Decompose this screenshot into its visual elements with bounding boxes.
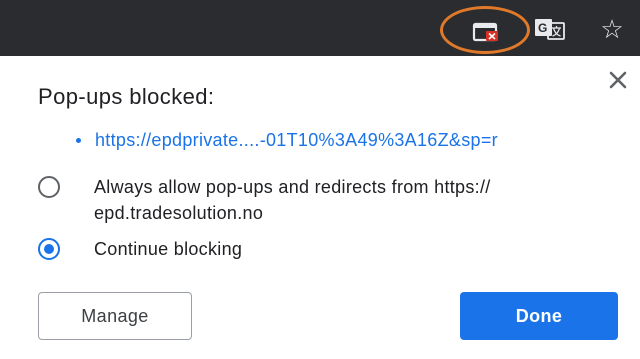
blocked-url-link[interactable]: https://epdprivate....-01T10%3A49%3A16Z&… (95, 130, 498, 151)
manage-button[interactable]: Manage (38, 292, 192, 340)
always-allow-option[interactable]: Always allow pop-ups and redirects from … (38, 174, 624, 226)
popup-blocked-button[interactable] (444, 8, 528, 56)
continue-blocking-radio[interactable] (38, 238, 60, 260)
popup-blocked-icon (472, 22, 498, 42)
close-icon (609, 71, 627, 89)
bookmark-star-button[interactable]: ☆ (594, 12, 630, 46)
translate-button[interactable]: G (532, 14, 568, 44)
close-button[interactable] (604, 66, 632, 94)
always-allow-radio[interactable] (38, 176, 60, 198)
always-allow-label: Always allow pop-ups and redirects from … (94, 177, 491, 223)
browser-toolbar: G ☆ (0, 0, 640, 56)
continue-blocking-label: Continue blocking (94, 239, 243, 259)
continue-blocking-option[interactable]: Continue blocking (38, 236, 242, 262)
svg-text:G: G (538, 21, 547, 35)
blocked-url-item[interactable]: https://epdprivate....-01T10%3A49%3A16Z&… (76, 130, 498, 151)
done-button[interactable]: Done (460, 292, 618, 340)
translate-icon: G (535, 19, 565, 40)
dialog-title: Pop-ups blocked: (38, 84, 215, 109)
star-icon: ☆ (600, 14, 624, 44)
popup-blocked-dialog-screen: G ☆ Pop-ups blocked: https://epdprivate.… (0, 0, 640, 359)
bullet-icon (76, 138, 81, 143)
